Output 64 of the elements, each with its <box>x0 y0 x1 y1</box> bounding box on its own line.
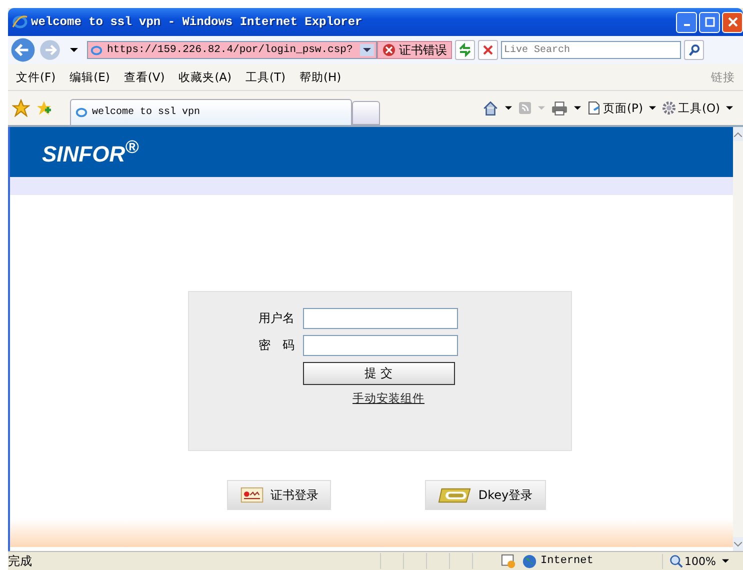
menu-item[interactable]: 收藏夹(A) <box>178 70 232 84</box>
field-label: 用户名 <box>258 310 294 327</box>
caret-icon[interactable] <box>648 106 656 110</box>
status-text: 完成 <box>8 552 33 570</box>
menu-item[interactable]: 帮助(H) <box>300 70 342 84</box>
menu-item[interactable]: 查看(V) <box>124 70 165 84</box>
security-zone[interactable]: Internet <box>522 554 663 568</box>
minimize-button[interactable] <box>676 12 697 32</box>
printer-icon[interactable] <box>551 100 568 116</box>
back-button[interactable] <box>10 37 36 63</box>
blocked-content-icon[interactable] <box>500 554 516 568</box>
refresh-icon <box>458 43 472 57</box>
caret-icon[interactable] <box>70 48 78 52</box>
logo: SINFOR$^{®}$ <box>42 136 139 168</box>
input-field[interactable] <box>302 335 458 356</box>
certificate-icon <box>240 487 264 503</box>
usb-key-icon <box>438 486 472 504</box>
caret-icon[interactable] <box>722 559 729 563</box>
menu-item[interactable]: 工具(T) <box>246 70 286 84</box>
page-icon <box>75 106 88 119</box>
page-icon <box>90 44 103 56</box>
close-icon <box>728 17 738 27</box>
page-menu-button[interactable]: 页面(P) <box>587 100 643 116</box>
minimize-icon <box>684 24 690 26</box>
scroll-up-button[interactable] <box>733 127 743 141</box>
globe-icon <box>522 554 537 568</box>
certificate-error-button[interactable]: 证书错误 <box>377 41 452 59</box>
browser-tab[interactable]: welcome to ssl vpn <box>70 99 352 125</box>
close-button[interactable] <box>722 12 743 32</box>
zoom-level-button[interactable]: 100% <box>668 554 716 568</box>
menu-item[interactable]: 文件(F) <box>16 70 56 84</box>
install-link[interactable]: 手动安装组件 <box>352 391 424 406</box>
field-label: 密 码 <box>258 337 294 354</box>
home-icon[interactable] <box>482 100 500 116</box>
stop-button[interactable] <box>478 40 498 60</box>
browser-icon <box>12 14 28 30</box>
submit-button[interactable]: 提 交 <box>302 362 454 385</box>
search-field[interactable]: Live Search <box>501 41 681 59</box>
login-option-button[interactable]: 证书登录 <box>227 480 332 510</box>
login-option-button[interactable]: Dkey登录 <box>425 480 546 510</box>
address-field[interactable]: https://159.226.82.4/por/login_psw.csp? <box>87 41 377 59</box>
window-title: welcome to ssl vpn - Windows Internet Explorer <box>31 15 364 29</box>
refresh-button[interactable] <box>455 40 475 60</box>
dropdown-icon[interactable] <box>360 44 374 56</box>
input-field[interactable] <box>302 308 458 329</box>
add-favorite-icon[interactable] <box>36 100 52 116</box>
menu-item[interactable]: 编辑(E) <box>70 70 110 84</box>
scroll-down-button[interactable] <box>733 537 743 551</box>
tools-menu-button[interactable]: 工具(O) <box>662 100 720 116</box>
gear-icon <box>662 101 676 115</box>
search-icon <box>688 44 700 56</box>
caret-icon[interactable] <box>574 106 582 110</box>
maximize-icon <box>704 17 714 27</box>
maximize-button[interactable] <box>699 12 720 32</box>
caret-icon[interactable] <box>505 106 512 110</box>
stop-icon <box>482 44 494 56</box>
chevron-down-icon <box>734 542 742 546</box>
search-button[interactable] <box>684 40 704 60</box>
caret-icon[interactable] <box>726 106 733 110</box>
magnifier-icon <box>668 554 683 568</box>
error-icon <box>382 43 396 57</box>
page-icon <box>587 101 602 115</box>
chevron-up-icon <box>734 132 742 136</box>
star-icon[interactable] <box>12 99 30 117</box>
